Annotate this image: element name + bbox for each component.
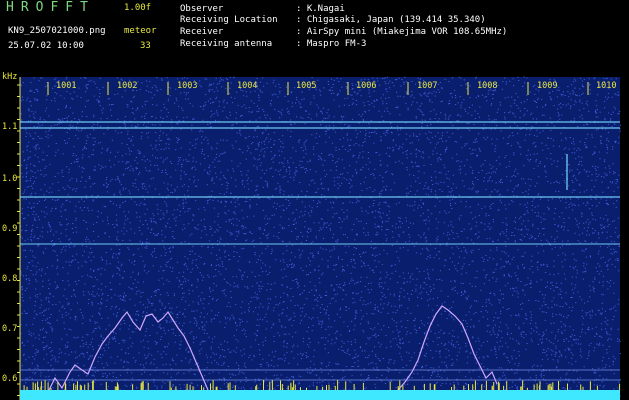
x-tick-1009: 1009: [537, 81, 558, 91]
x-tick-1010: 1010: [596, 81, 617, 91]
x-tick-1004: 1004: [237, 81, 258, 91]
x-tick-1005: 1005: [296, 81, 317, 91]
spectrogram-canvas: [17, 76, 622, 400]
x-tick-1006: 1006: [356, 81, 377, 91]
x-tick-1007: 1007: [417, 81, 438, 91]
hrofft-window: HROFFT 1.00f KN9_2507021000.png meteor 2…: [0, 0, 629, 400]
app-name: HROFFT: [6, 0, 95, 15]
filename-label: KN9_2507021000.png: [8, 26, 106, 36]
y-tick-0-8: 0.8: [2, 274, 18, 284]
x-tick-1002: 1002: [117, 81, 138, 91]
info-value-antenna: : Maspro FM-3: [296, 39, 367, 49]
baseline-band: [20, 390, 620, 400]
spectrogram-plot: [0, 72, 629, 400]
y-tick-0-9: 0.9: [2, 224, 18, 234]
info-label-observer: Observer: [180, 4, 224, 14]
x-tick-1008: 1008: [477, 81, 498, 91]
datetime-label: 25.07.02 10:00: [8, 41, 84, 51]
y-tick-0-6: 0.6: [2, 374, 18, 384]
info-label-receiver: Receiver: [180, 27, 224, 37]
y-tick-1-1: 1.1: [2, 122, 18, 132]
y-tick-0-7: 0.7: [2, 324, 18, 334]
mode-label: meteor: [124, 26, 157, 36]
info-label-antenna: Receiving antenna: [180, 39, 273, 49]
count-label: 33: [140, 41, 151, 51]
x-tick-1003: 1003: [177, 81, 198, 91]
info-value-receiver: : AirSpy mini (Miakejima VOR 108.65MHz): [296, 27, 508, 37]
info-value-observer: : K.Nagai: [296, 4, 345, 14]
x-tick-1001: 1001: [56, 81, 77, 91]
y-unit-label: kHz: [2, 72, 18, 82]
version-label: 1.00f: [124, 3, 152, 13]
info-value-location: : Chigasaki, Japan (139.414 35.340): [296, 15, 486, 25]
info-label-location: Receiving Location: [180, 15, 278, 25]
y-tick-1-0: 1.0: [2, 174, 18, 184]
